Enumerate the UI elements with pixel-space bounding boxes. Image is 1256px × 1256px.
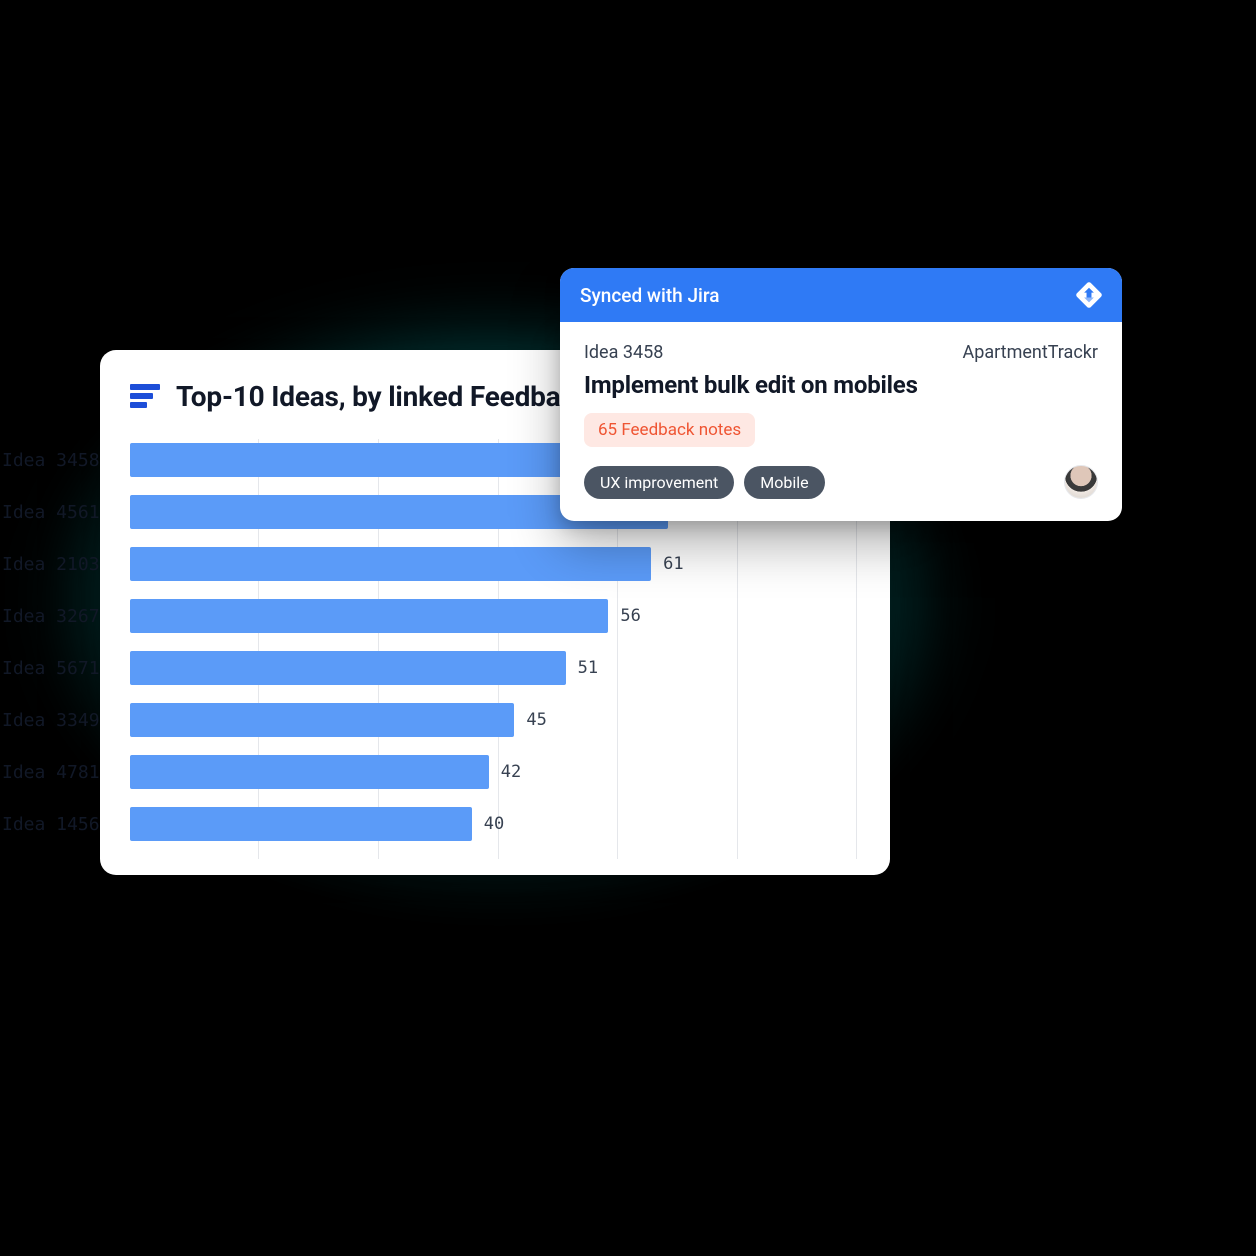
idea-title: Implement bulk edit on mobiles xyxy=(584,371,1098,399)
chart-row-label: Idea 3267 xyxy=(2,606,120,627)
chart-row-label: Idea 1456 xyxy=(2,814,120,835)
detail-body: Idea 3458 ApartmentTrackr Implement bulk… xyxy=(560,322,1122,521)
chart-value-label: 51 xyxy=(578,658,598,678)
jira-icon xyxy=(1076,282,1102,308)
chart-bar[interactable] xyxy=(130,703,514,737)
tags-row: UX improvement Mobile xyxy=(584,465,1098,499)
chart-row-label: Idea 4781 xyxy=(2,762,120,783)
bars-logo-icon xyxy=(130,384,160,410)
chart-bar[interactable] xyxy=(130,599,608,633)
chart-row[interactable]: Idea 567151 xyxy=(130,651,856,685)
detail-header: Synced with Jira xyxy=(560,268,1122,322)
chart-value-label: 61 xyxy=(663,554,683,574)
chart-value-label: 40 xyxy=(484,814,504,834)
chart-title: Top-10 Ideas, by linked Feedback xyxy=(176,380,590,413)
chart-bar[interactable] xyxy=(130,755,489,789)
chart-row-label: Idea 5671 xyxy=(2,658,120,679)
chart-row[interactable]: Idea 334945 xyxy=(130,703,856,737)
chart-row-label: Idea 4561 xyxy=(2,502,120,523)
chart-row[interactable]: Idea 326756 xyxy=(130,599,856,633)
chart-value-label: 42 xyxy=(501,762,521,782)
idea-id: Idea 3458 xyxy=(584,342,663,363)
chart-bar[interactable] xyxy=(130,651,566,685)
sync-status-label: Synced with Jira xyxy=(580,284,719,307)
workspace-name: ApartmentTrackr xyxy=(963,342,1099,363)
avatar[interactable] xyxy=(1064,465,1098,499)
chart-value-label: 45 xyxy=(526,710,546,730)
idea-detail-card[interactable]: Synced with Jira Idea 3458 ApartmentTrac… xyxy=(560,268,1122,521)
feedback-count-badge[interactable]: 65 Feedback notes xyxy=(584,413,755,447)
chart-bar[interactable] xyxy=(130,807,472,841)
chart-value-label: 56 xyxy=(620,606,640,626)
tag[interactable]: Mobile xyxy=(744,466,824,499)
chart-row-label: Idea 3458 xyxy=(2,450,120,471)
tags: UX improvement Mobile xyxy=(584,466,825,499)
chart-row-label: Idea 3349 xyxy=(2,710,120,731)
chart-row[interactable]: Idea 210361 xyxy=(130,547,856,581)
chart-row[interactable]: Idea 478142 xyxy=(130,755,856,789)
chart-row-label: Idea 2103 xyxy=(2,554,120,575)
chart-row[interactable]: Idea 145640 xyxy=(130,807,856,841)
chart-bar[interactable] xyxy=(130,547,651,581)
tag[interactable]: UX improvement xyxy=(584,466,734,499)
detail-meta: Idea 3458 ApartmentTrackr xyxy=(584,342,1098,363)
